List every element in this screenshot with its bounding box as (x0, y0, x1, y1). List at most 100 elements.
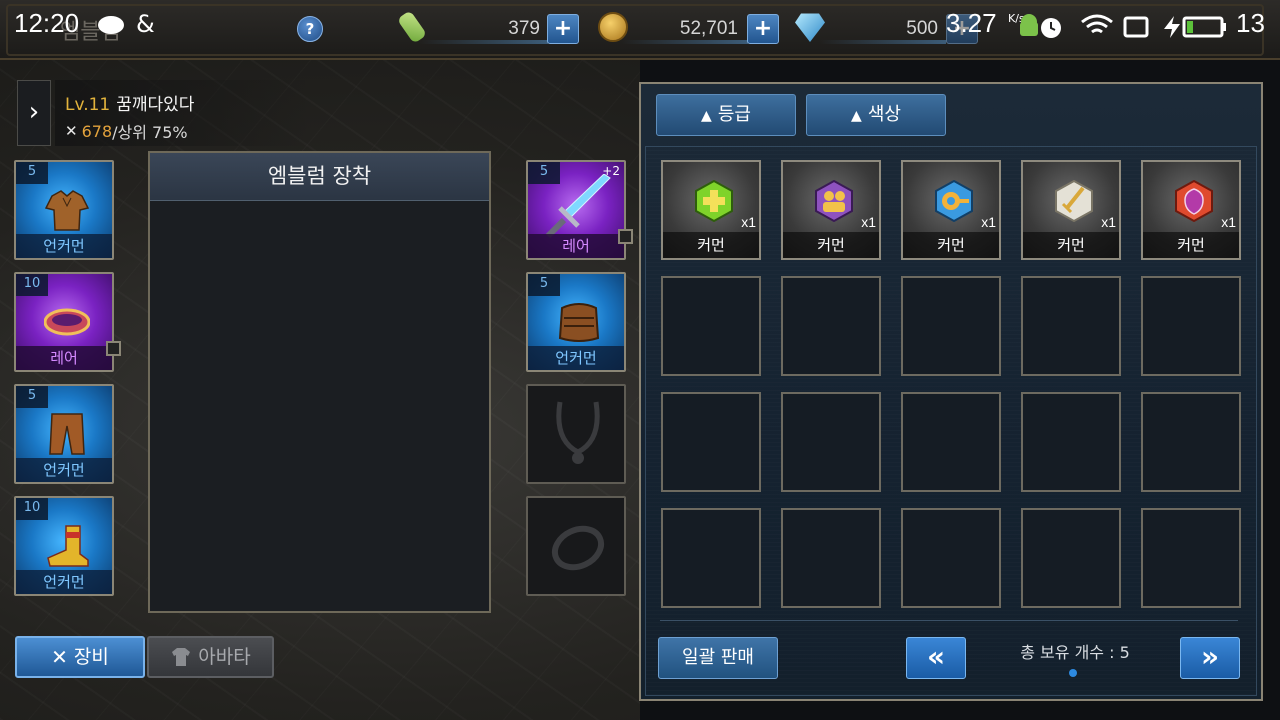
inventory-item[interactable]: x1 커먼 (781, 160, 881, 260)
link-icon: & (136, 10, 155, 38)
network-speed: 3.27 (946, 8, 997, 38)
gold-bar (622, 40, 748, 44)
character-rank: /상위 75% (112, 123, 188, 142)
gem-bar (820, 40, 946, 44)
add-gold-button[interactable]: + (747, 14, 779, 44)
item-grade: 커먼 (1023, 232, 1119, 258)
inventory-item[interactable]: x1 커먼 (1141, 160, 1241, 260)
slot-level: 10 (16, 274, 48, 296)
inventory-empty-slot[interactable] (661, 276, 761, 376)
tab-equipment[interactable]: ✕ 장비 (15, 636, 145, 678)
inventory-item[interactable]: x1 커먼 (1021, 160, 1121, 260)
slot-grade: 레어 (16, 346, 112, 370)
help-button[interactable]: ? (297, 16, 323, 42)
sort-by-grade-button[interactable]: ▲ 등급 (656, 94, 796, 136)
equip-slot-gloves[interactable]: 5 언커먼 (526, 272, 626, 372)
battery-icon (1182, 16, 1226, 38)
character-name: 꿈깨다있다 (116, 95, 195, 115)
pants-icon (49, 413, 85, 455)
slot-grade: 언커먼 (16, 234, 112, 258)
bulk-sell-button[interactable]: 일괄 판매 (658, 637, 778, 679)
slot-grade: 언커먼 (16, 570, 112, 594)
inventory-empty-slot[interactable] (781, 392, 881, 492)
slot-lock-icon (106, 341, 121, 356)
add-stamina-button[interactable]: + (547, 14, 579, 44)
inventory-empty-slot[interactable] (901, 508, 1001, 608)
inventory-empty-slot[interactable] (1141, 276, 1241, 376)
alarm-icon (1041, 18, 1061, 38)
chat-bubble-icon (98, 16, 124, 34)
equip-slot-weapon[interactable]: 5 +2 레어 (526, 160, 626, 260)
inventory-item[interactable]: x1 커먼 (661, 160, 761, 260)
inventory-empty-slot[interactable] (1141, 508, 1241, 608)
equip-slot-boots[interactable]: 10 언커먼 (14, 496, 114, 596)
sort-arrow-icon: ▲ (851, 108, 862, 124)
inventory-empty-slot[interactable] (661, 392, 761, 492)
equip-slot-pants[interactable]: 5 언커먼 (14, 384, 114, 484)
ring-icon (551, 525, 605, 571)
tab-equipment-label: 장비 (73, 646, 109, 668)
battery-percent: 13 (1236, 8, 1265, 38)
equip-slot-armor[interactable]: 5 언커먼 (14, 160, 114, 260)
avatar-shirt-icon (172, 648, 191, 666)
equip-slot-belt[interactable]: 10 레어 (14, 272, 114, 372)
page-indicator-dot (1069, 669, 1077, 677)
character-level: Lv.11 (65, 95, 111, 115)
item-grade: 커먼 (663, 232, 759, 258)
inventory-empty-slot[interactable] (901, 276, 1001, 376)
shield-emblem-icon (1175, 180, 1213, 222)
boots-icon (47, 525, 89, 567)
total-item-count: 총 보유 개수 : 5 (1020, 643, 1130, 662)
character-info: Lv.11 꿈깨다있다 ✕ 678/상위 75% (55, 80, 310, 146)
inventory-empty-slot[interactable] (1021, 276, 1121, 376)
equip-slot-ring[interactable] (526, 496, 626, 596)
necklace-icon (556, 401, 600, 464)
inventory-empty-slot[interactable] (901, 392, 1001, 492)
slot-grade: 레어 (528, 234, 624, 258)
gold-icon (598, 12, 628, 42)
inventory-empty-slot[interactable] (781, 276, 881, 376)
target-emblem-icon (935, 180, 973, 222)
stamina-bar (420, 40, 548, 44)
tab-avatar-label: 아바타 (198, 646, 251, 668)
equip-slot-necklace[interactable] (526, 384, 626, 484)
item-count: x1 (1101, 214, 1116, 230)
inventory-item[interactable]: x1 커먼 (901, 160, 1001, 260)
item-grade: 커먼 (783, 232, 879, 258)
item-count: x1 (741, 214, 756, 230)
party-emblem-icon (815, 180, 853, 222)
gold-value: 52,701 (679, 18, 738, 39)
inventory-empty-slot[interactable] (781, 508, 881, 608)
slot-level: 5 (16, 162, 48, 184)
next-page-button[interactable]: » (1180, 637, 1240, 679)
tab-avatar[interactable]: 아바타 (147, 636, 274, 678)
gloves-icon (558, 303, 600, 342)
expand-character-button[interactable]: › (17, 80, 51, 146)
belt-icon (44, 308, 90, 336)
character-power: 678 (81, 121, 113, 141)
charging-icon (1164, 16, 1180, 38)
sort-grade-label: 등급 (717, 104, 751, 125)
sort-by-color-button[interactable]: ▲ 색상 (806, 94, 946, 136)
inventory-empty-slot[interactable] (1141, 392, 1241, 492)
inventory-empty-slot[interactable] (1021, 508, 1121, 608)
item-count: x1 (1221, 214, 1236, 230)
crossed-swords-icon: ✕ (51, 645, 68, 669)
inventory-divider (660, 620, 1238, 621)
sword-emblem-icon (1055, 180, 1093, 222)
inventory-empty-slot[interactable] (661, 508, 761, 608)
slot-level: 10 (16, 498, 48, 520)
cast-icon (1123, 16, 1149, 38)
item-grade: 커먼 (1143, 232, 1239, 258)
emblem-equip-panel[interactable]: 엠블럼 장착 (148, 151, 491, 613)
top-bar-frame (6, 4, 1264, 56)
crossed-swords-icon: ✕ (65, 122, 78, 140)
gem-value: 500 (906, 18, 938, 39)
emblem-panel-title: 엠블럼 장착 (150, 153, 489, 201)
prev-page-button[interactable]: « (906, 637, 966, 679)
stamina-value: 379 (508, 18, 540, 39)
sort-arrow-icon: ▲ (701, 108, 712, 124)
inventory-empty-slot[interactable] (1021, 392, 1121, 492)
slot-lock-icon (618, 229, 633, 244)
slot-grade: 언커먼 (16, 458, 112, 482)
